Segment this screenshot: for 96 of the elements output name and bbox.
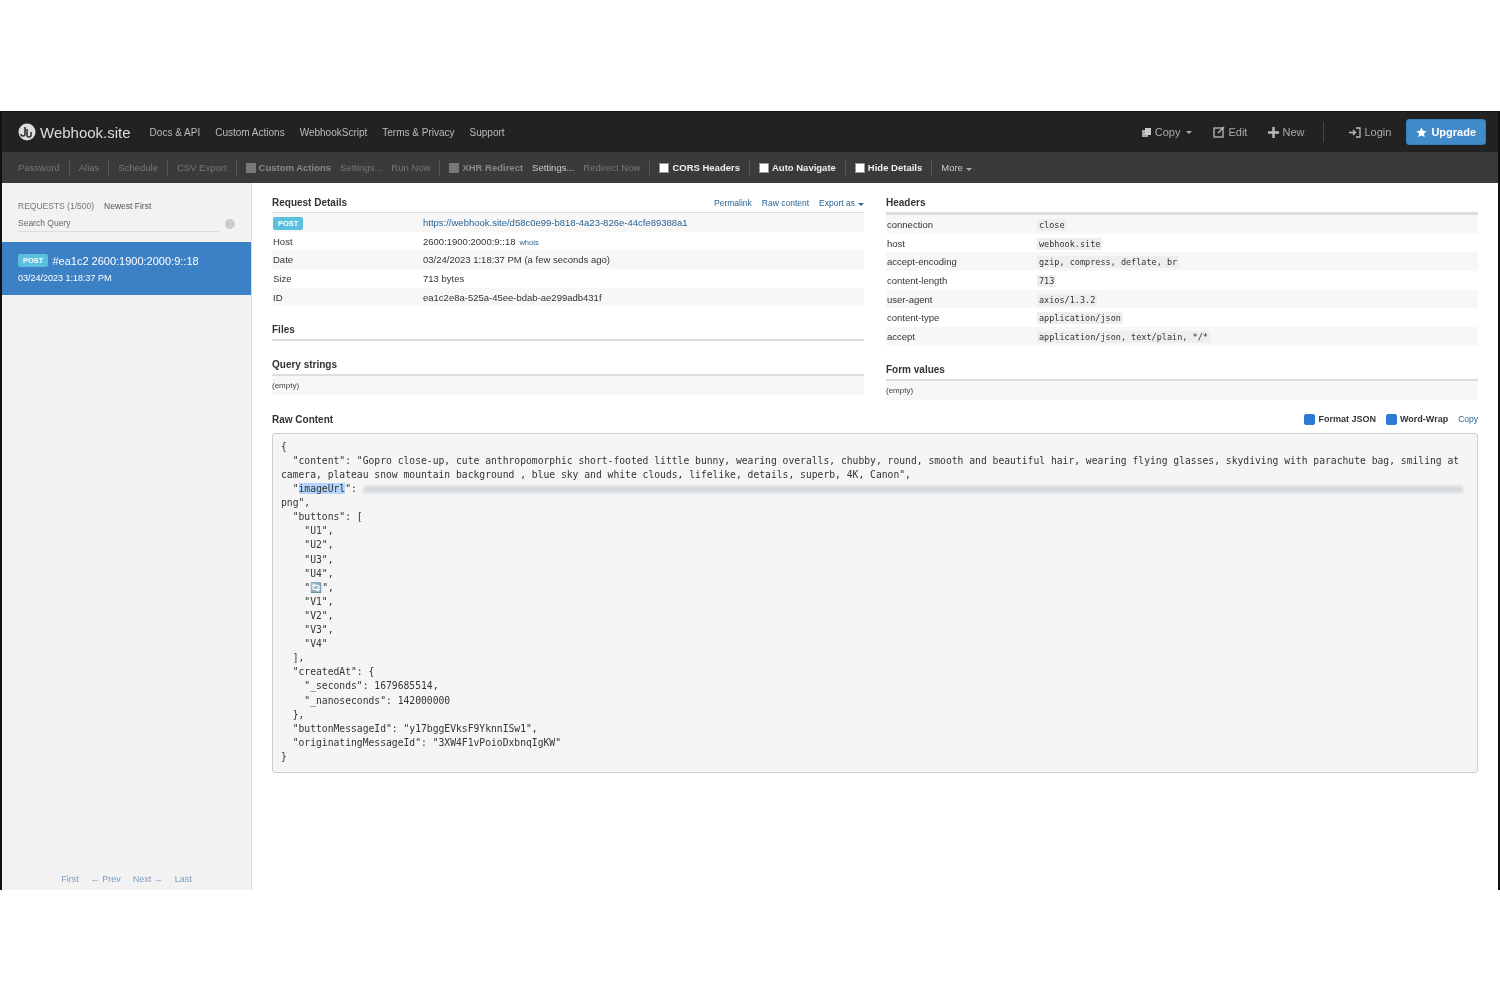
checkbox[interactable] [759,162,769,173]
star-icon [1416,126,1428,138]
caret-icon [965,168,972,171]
details-link[interactable]: Permalink [714,197,752,208]
header-value: webhook.site [1037,237,1103,250]
header-name: accept [886,330,916,342]
header-value: gzip, compress, deflate, br [1037,256,1180,269]
header-name: accept-encoding [886,256,958,268]
checkbox[interactable] [1386,413,1397,425]
field-label: Host [272,235,294,247]
details-link[interactable]: Raw content [761,197,810,208]
code-line: "U3", [303,552,335,567]
header-name: user-agent [886,293,934,305]
code-line: "buttonMessageId": "y17bggEVksF9YknnISw1", [291,721,539,736]
header-value: application/json [1037,312,1123,325]
details-link[interactable]: Export as [819,197,864,208]
code-text: ": [345,483,358,495]
request-time: 03/24/2023 1:18:37 PM [18,273,113,283]
caret-icon [1186,130,1193,134]
code-line: "_nanoseconds": 142000000 [303,693,452,708]
header-value: 713 [1037,274,1057,287]
code-text: " [291,483,299,495]
nav-link[interactable]: WebhookScript [299,126,368,138]
sort-link[interactable]: Newest First [104,201,152,211]
edit-icon [1213,126,1226,138]
checkbox-label: Auto Navigate [772,162,836,173]
header-name: host [886,237,906,249]
code-line: png", [281,496,312,511]
field-label: Size [272,272,293,284]
code-line: "V3", [303,623,335,638]
code-line: "U4", [303,566,335,581]
login-link[interactable]: Login [1349,126,1392,138]
header-value: application/json, text/plain, */* [1037,330,1210,343]
copy-link[interactable]: Copy [1458,414,1478,425]
field-label: Date [272,254,295,266]
copy-icon [1140,126,1152,138]
field-value: 2600:1900:2000:9::18 [423,235,516,247]
section-title: Request Details [272,197,348,208]
header-value: axios/1.3.2 [1037,293,1098,306]
login-icon [1349,126,1362,138]
new-link[interactable]: New [1268,126,1305,138]
code-line: "createdAt": { [291,665,376,680]
checkbox-label: XHR Redirect [462,162,524,173]
toolbar-link[interactable]: Settings... [532,162,575,173]
empty-text: (empty) [272,376,864,396]
code-line: }, [291,707,306,722]
code-line: "V2", [303,608,335,623]
checkbox-label: Custom Actions [258,162,332,173]
code-line: "U2", [303,538,335,553]
code-text: imageUrl [298,483,346,495]
header-name: connection [886,218,934,230]
brand-link[interactable]: Webhook.site [40,123,131,141]
section-title: Raw Content [272,413,334,425]
section-title: Query strings [272,359,338,371]
code-line: "🔄", [303,580,335,595]
header-value: close [1037,218,1067,231]
copy-link[interactable]: Copy [1140,126,1193,138]
nav-link[interactable]: Support [469,126,505,138]
request-title: #ea1c2 2600:1900:2000:9::18 [52,254,199,267]
requests-count: REQUESTS (1/500) [18,201,95,211]
search-field[interactable]: Search Query [18,215,219,232]
checkbox-label: Format JSON [1318,414,1376,425]
code-line: "V4" [303,637,329,652]
code-line: } [281,749,288,764]
upgrade-button[interactable]: Upgrade [1406,119,1486,145]
checkbox[interactable] [854,162,865,173]
checkbox[interactable] [1304,413,1316,425]
code-line: "U1", [303,524,335,539]
field-label: ID [272,291,284,303]
header-name: content-length [886,274,949,286]
code-line: ], [291,651,306,666]
checkbox[interactable] [659,162,670,173]
nav-link[interactable]: Terms & Privacy [382,126,455,138]
more-dropdown[interactable]: More [941,162,972,173]
nav-link[interactable]: Docs & API [149,126,201,138]
nav-link[interactable]: Custom Actions [215,126,285,138]
header-name: content-type [886,312,941,324]
hook-logo-icon[interactable] [18,123,36,141]
edit-link[interactable]: Edit [1213,126,1248,138]
section-title: Form values [886,363,945,375]
code-line: "buttons": [ [291,510,364,525]
code-line: "_seconds": 1679685514, [303,679,440,694]
field-value: 713 bytes [423,272,466,284]
field-value: ea1c2e8a-525a-45ee-bdab-ae299adb431f [423,291,603,303]
field-value: 03/24/2023 1:18:37 PM (a few seconds ago) [423,254,611,266]
plus-icon [1268,126,1280,138]
checkbox-label: CORS Headers [672,162,740,173]
code-line: "V1", [303,594,335,609]
section-title: Files [272,324,295,336]
caret-icon [858,202,864,206]
checkbox-label: Word-Wrap [1400,414,1449,425]
section-title: Headers [886,197,926,208]
code-line: { [281,439,288,454]
url-link[interactable]: https://webhook.site/d58c0e99-b818-4a23-826e-44cfe89388a1 [423,216,864,228]
code-line: "originatingMessageId": "3XW4F1vPoioDxbnqIgKW" [291,735,562,750]
checkbox-label: Hide Details [867,162,923,173]
